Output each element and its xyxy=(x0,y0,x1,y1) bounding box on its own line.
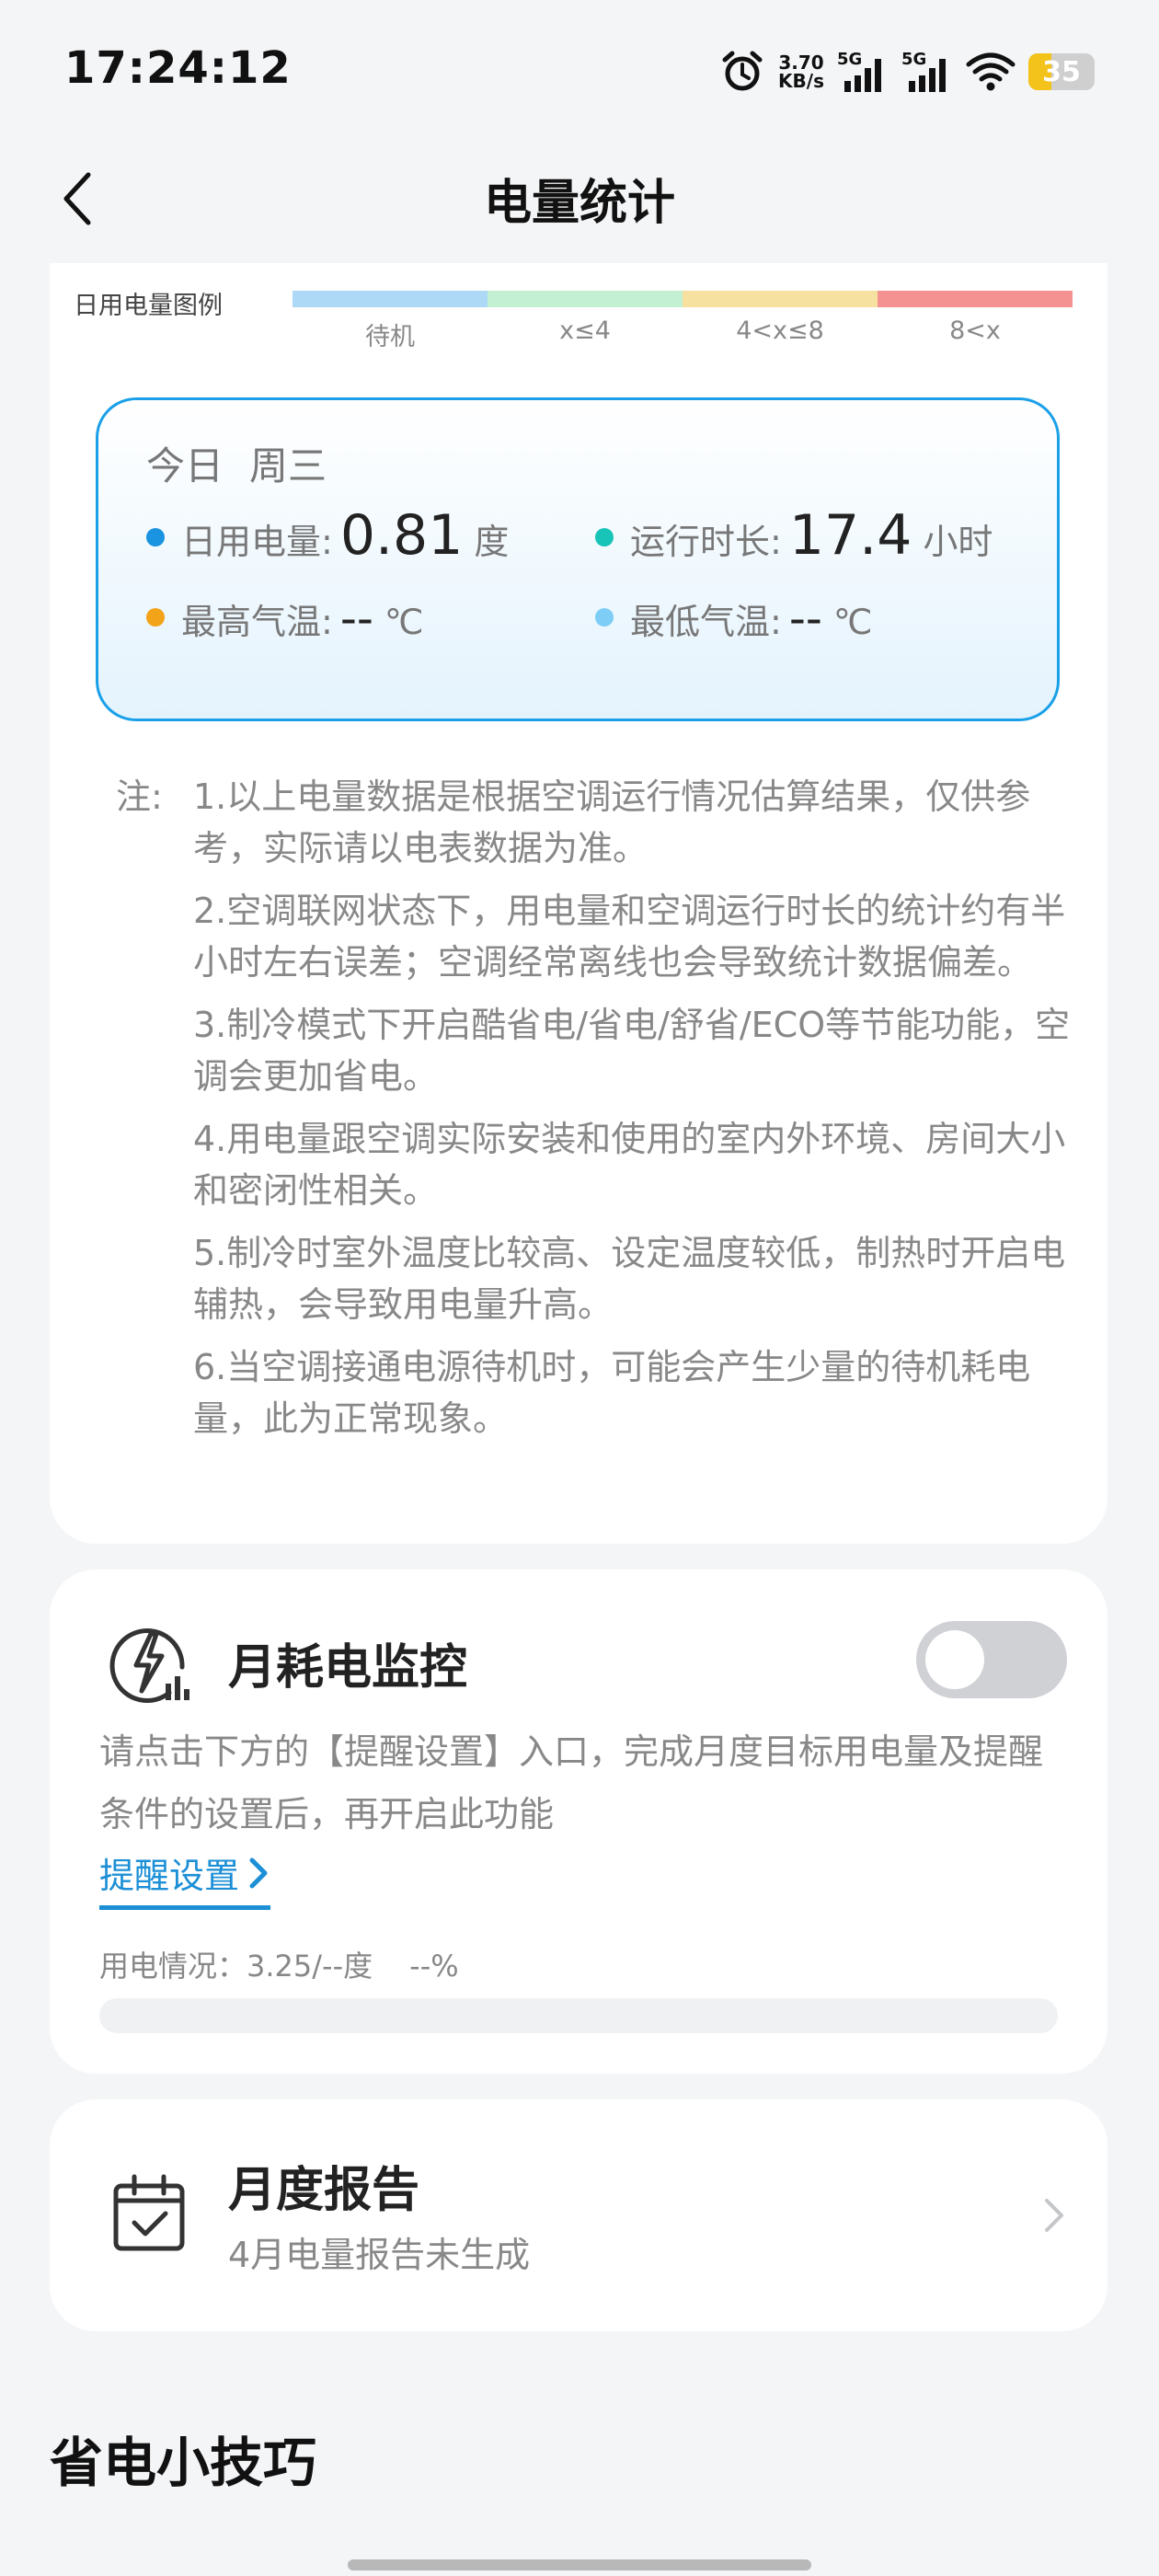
monthly-report-subtitle: 4月电量报告未生成 xyxy=(228,2235,531,2275)
signal-1: 5G xyxy=(837,50,889,94)
min-temp-unit: ℃ xyxy=(832,602,873,642)
legend-swatch-mid xyxy=(683,291,878,307)
max-temp-value: -- xyxy=(339,592,373,645)
runtime-label: 运行时长: xyxy=(630,522,782,562)
chevron-right-icon xyxy=(249,1857,268,1888)
daily-energy-label: 日用电量: xyxy=(181,522,333,562)
monthly-report-card[interactable]: 月度报告 4月电量报告未生成 xyxy=(50,2099,1107,2331)
runtime-stat: 运行时长: 17.4 小时 xyxy=(595,503,993,568)
calendar-check-icon xyxy=(113,2174,185,2251)
legend-swatch-standby xyxy=(293,291,488,307)
legend-bar xyxy=(293,291,1073,307)
max-temp-label: 最高气温: xyxy=(181,602,333,642)
daily-energy-value: 0.81 xyxy=(339,503,464,568)
min-temp-dot xyxy=(595,608,614,627)
legend-swatch-low xyxy=(488,291,683,307)
daily-energy-dot xyxy=(146,528,165,546)
today-weekday: 周三 xyxy=(249,443,327,489)
toggle-knob xyxy=(925,1630,984,1689)
note-item: 4.用电量跟空调实际安装和使用的室内外环境、房间大小和密闭性相关。 xyxy=(193,1119,1066,1211)
wifi-icon xyxy=(966,52,1016,91)
usage-status: 用电情况：3.25/--度 --% xyxy=(99,1943,496,1985)
legend-label: 8<x xyxy=(949,316,1001,345)
notes: 注: 1.以上电量数据是根据空调运行情况估算结果，仅供参考，实际请以电表数据为准… xyxy=(116,771,1100,1455)
battery-indicator: 35 xyxy=(1028,53,1095,90)
cell-signal-icon xyxy=(844,59,881,92)
today-label: 今日 xyxy=(146,443,224,489)
energy-monitor-icon xyxy=(109,1628,189,1704)
max-temp-dot xyxy=(146,608,165,627)
battery-level: 35 xyxy=(1042,55,1081,88)
legend-label: 待机 xyxy=(365,323,415,351)
legend-swatch-high xyxy=(878,291,1073,307)
monthly-report-title: 月度报告 xyxy=(228,2163,420,2218)
status-icons: 3.70 KB/s 5G 5G 35 xyxy=(719,46,1095,98)
monthly-monitor-toggle[interactable] xyxy=(916,1621,1067,1698)
note-item: 注: 1.以上电量数据是根据空调运行情况估算结果，仅供参考，实际请以电表数据为准… xyxy=(116,771,1100,874)
min-temp-label: 最低气温: xyxy=(630,602,782,642)
alarm-icon xyxy=(722,51,763,91)
legend-label: x≤4 xyxy=(559,316,611,345)
monthly-monitor-card: 月耗电监控 请点击下方的【提醒设置】入口，完成月度目标用电量及提醒条件的设置后，… xyxy=(50,1570,1107,2074)
today-summary-box: 今日 周三 日用电量: 0.81 度 运行时长: 17.4 小时 最高气温: --… xyxy=(96,397,1060,721)
chevron-right-icon xyxy=(1045,2199,1063,2232)
runtime-unit: 小时 xyxy=(923,522,993,562)
status-bar: 17:24:12 3.70 KB/s 5G 5G 35 xyxy=(0,0,1159,138)
usage-progress-bar xyxy=(99,1998,1058,2033)
today-heading: 今日 周三 xyxy=(146,435,352,491)
reminder-settings-label: 提醒设置 xyxy=(99,1856,240,1896)
energy-tips-title: 省电小技巧 xyxy=(50,2432,317,2494)
energy-stats-card: 日用电量图例 待机 x≤4 4<x≤8 8<x 今日 周三 日用电量: 0.81 … xyxy=(50,263,1107,1544)
min-temp-value: -- xyxy=(788,592,822,645)
note-item: 5.制冷时室外温度比较高、设定温度较低，制热时开启电辅热，会导致用电量升高。 xyxy=(193,1233,1066,1325)
runtime-value: 17.4 xyxy=(788,503,912,568)
monthly-monitor-description: 请点击下方的【提醒设置】入口，完成月度目标用电量及提醒条件的设置后，再开启此功能 xyxy=(99,1731,1044,1834)
page-title: 电量统计 xyxy=(483,176,675,231)
cell-signal-icon xyxy=(909,59,946,92)
max-temp-stat: 最高气温: -- ℃ xyxy=(146,592,424,645)
min-temp-stat: 最低气温: -- ℃ xyxy=(595,592,873,645)
usage-percent: --% xyxy=(409,1949,459,1984)
net-speed: 3.70 KB/s xyxy=(778,53,824,90)
net-speed-value: 3.70 xyxy=(778,52,824,74)
note-prefix: 注: xyxy=(116,776,163,817)
note-item: 2.空调联网状态下，用电量和空调运行时长的统计约有半小时左右误差；空调经常离线也… xyxy=(193,891,1066,983)
signal-2: 5G xyxy=(901,50,953,94)
header: 电量统计 xyxy=(0,147,1159,239)
daily-energy-unit: 度 xyxy=(474,522,510,562)
home-indicator[interactable] xyxy=(348,2559,811,2570)
max-temp-unit: ℃ xyxy=(384,602,424,642)
note-text: 1.以上电量数据是根据空调运行情况估算结果，仅供参考，实际请以电表数据为准。 xyxy=(193,776,1031,868)
net-speed-unit: KB/s xyxy=(778,70,824,92)
monthly-monitor-title: 月耗电监控 xyxy=(228,1640,468,1696)
note-item: 3.制冷模式下开启酷省电/省电/舒省/ECO等节能功能，空调会更加省电。 xyxy=(193,1005,1071,1097)
runtime-dot xyxy=(595,528,614,546)
legend-labels: 待机 x≤4 4<x≤8 8<x xyxy=(293,316,1073,352)
note-item: 6.当空调接通电源待机时，可能会产生少量的待机耗电量，此为正常现象。 xyxy=(193,1347,1031,1439)
legend-label: 4<x≤8 xyxy=(736,316,824,345)
legend-title: 日用电量图例 xyxy=(74,292,223,320)
reminder-settings-link[interactable]: 提醒设置 xyxy=(99,1847,271,1910)
usage-text: 用电情况：3.25/--度 xyxy=(99,1949,373,1984)
daily-energy-stat: 日用电量: 0.81 度 xyxy=(146,503,509,568)
status-time: 17:24:12 xyxy=(64,42,292,94)
